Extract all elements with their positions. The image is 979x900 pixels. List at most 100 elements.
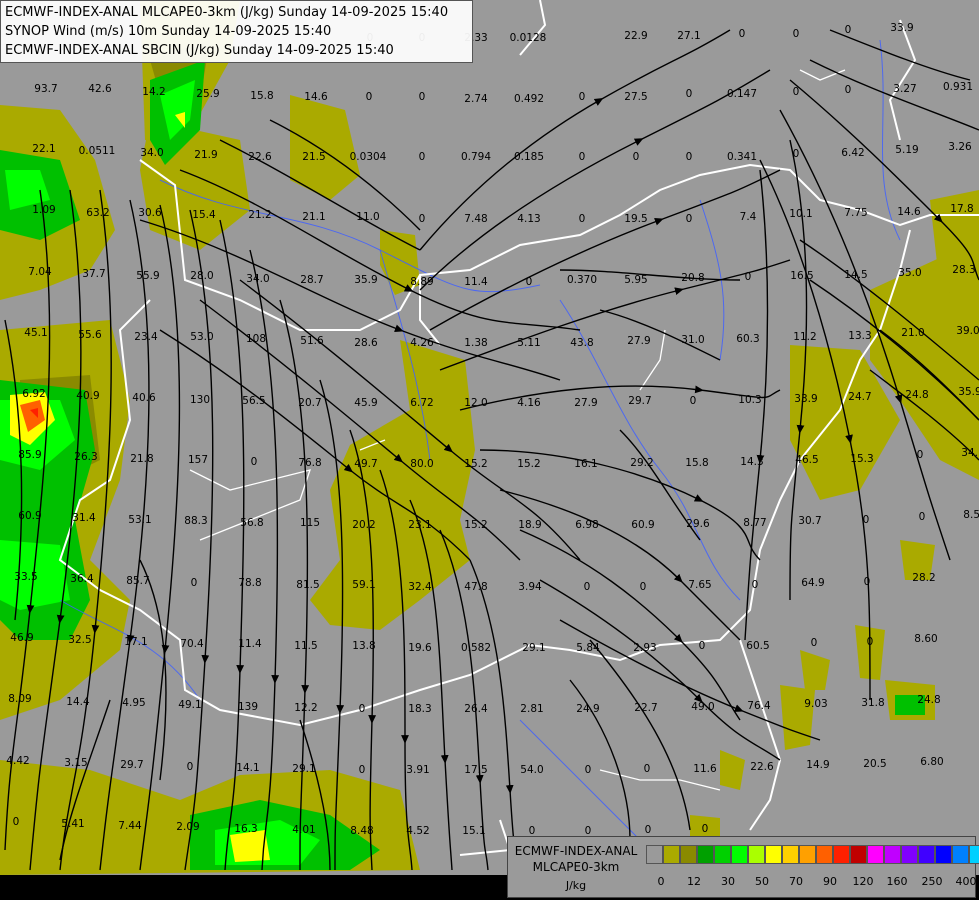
value-label: 4.52 <box>406 825 429 837</box>
legend-swatch <box>850 845 867 864</box>
value-label: 29.7 <box>628 395 651 407</box>
value-label: 0 <box>191 577 198 589</box>
value-label: 30.6 <box>138 207 162 219</box>
value-label: 27.9 <box>574 397 597 409</box>
value-label: 8.48 <box>350 825 373 837</box>
value-label: 11.2 <box>793 331 816 343</box>
value-label: 26.3 <box>74 451 97 463</box>
value-label: 76.8 <box>298 457 321 469</box>
value-label: 35.0 <box>898 267 921 279</box>
value-label: 16.5 <box>790 270 813 282</box>
value-label: 10.3 <box>738 394 761 406</box>
value-label: 17.1 <box>124 636 147 648</box>
value-label: 13.3 <box>848 330 871 342</box>
value-label: 31.0 <box>681 334 704 346</box>
value-label: 20.2 <box>352 519 375 531</box>
color-legend: ECMWF-INDEX-ANAL MLCAPE0-3km J/kg 0 12 30 5… <box>507 836 979 898</box>
value-label: 28.2 <box>912 572 935 584</box>
value-label: 23.1 <box>408 519 431 531</box>
value-label: 22.9 <box>624 30 647 42</box>
value-label: 22.6 <box>750 761 774 773</box>
value-label: 8.89 <box>410 276 433 288</box>
value-label: 21.8 <box>130 453 153 465</box>
value-label: 0.0511 <box>79 145 116 157</box>
value-label: 6.42 <box>841 147 864 159</box>
value-label: 115 <box>300 517 320 529</box>
value-label: 21.5 <box>302 151 325 163</box>
title-cape: ECMWF-INDEX-ANAL MLCAPE0-3km (J/kg) Sund… <box>5 5 449 20</box>
value-label: 7.04 <box>28 266 52 278</box>
value-label: 5.19 <box>895 144 918 156</box>
value-label: 56.8 <box>240 517 263 529</box>
legend-swatch <box>646 845 663 864</box>
value-label: 24.8 <box>905 389 928 401</box>
value-label: 139 <box>238 701 258 713</box>
value-label: 15.1 <box>462 825 485 837</box>
legend-tick: 12 <box>687 875 701 888</box>
value-label: 10.1 <box>789 208 812 220</box>
value-label: 3.91 <box>406 764 429 776</box>
value-label: 6.98 <box>575 519 598 531</box>
value-label: 37.7 <box>82 268 105 280</box>
value-label: 0 <box>845 84 852 96</box>
value-label: 1.09 <box>32 204 55 216</box>
value-label: 35.9 <box>354 274 377 286</box>
value-label: 56.5 <box>242 395 265 407</box>
value-label: 14.2 <box>142 86 165 98</box>
value-label: 13.8 <box>352 640 375 652</box>
value-label: 0.370 <box>567 274 597 286</box>
value-label: 157 <box>188 454 208 466</box>
value-label: 0 <box>793 28 800 40</box>
value-label: 3.15 <box>64 757 87 769</box>
value-label: 42.6 <box>88 83 112 95</box>
value-label: 15.8 <box>250 90 273 102</box>
value-label: 0 <box>690 395 697 407</box>
value-label: 85.7 <box>126 575 149 587</box>
value-label: 4.16 <box>517 397 541 409</box>
value-label: 27.1 <box>677 30 700 42</box>
legend-tick: 50 <box>755 875 769 888</box>
value-label: 31.8 <box>861 697 884 709</box>
value-label: 19.6 <box>408 642 432 654</box>
value-label: 70.4 <box>180 638 204 650</box>
value-label: 0 <box>686 213 693 225</box>
value-label: 25.9 <box>196 88 219 100</box>
value-label: 14.5 <box>844 269 867 281</box>
value-label: 19.5 <box>624 213 647 225</box>
value-label: 0 <box>644 763 651 775</box>
value-label: 0 <box>419 213 426 225</box>
value-label: 23.4 <box>134 331 158 343</box>
legend-swatch <box>714 845 731 864</box>
value-label: 17.8 <box>950 203 973 215</box>
legend-tick: 70 <box>789 875 803 888</box>
title-cin: ECMWF-INDEX-ANAL SBCIN (J/kg) Sunday 14-… <box>5 43 394 58</box>
legend-swatch <box>918 845 935 864</box>
value-label: 21.1 <box>302 211 325 223</box>
value-label: 0 <box>579 91 586 103</box>
value-label: 20.8 <box>681 272 704 284</box>
value-label: 49.1 <box>178 699 201 711</box>
value-label: 29.7 <box>120 759 143 771</box>
value-label: 45.1 <box>24 327 47 339</box>
legend-swatch <box>765 845 782 864</box>
value-label: 24.7 <box>848 391 871 403</box>
value-label: 4.13 <box>517 213 540 225</box>
value-label: 29.6 <box>686 518 710 530</box>
value-label: 11.0 <box>356 211 379 223</box>
value-label: 0.0128 <box>510 32 547 44</box>
value-label: 7.44 <box>118 820 142 832</box>
value-label: 30.7 <box>798 515 821 527</box>
value-label: 130 <box>190 394 210 406</box>
value-label: 21.2 <box>248 209 271 221</box>
value-label: 6.92 <box>22 388 45 400</box>
value-label: 7.4 <box>740 211 757 223</box>
value-label: 34.0 <box>140 147 163 159</box>
value-label: 0.185 <box>514 151 544 163</box>
legend-swatch <box>680 845 697 864</box>
value-label: 59.1 <box>352 579 375 591</box>
value-label: 28.3 <box>952 264 975 276</box>
value-label: 2.93 <box>633 642 656 654</box>
value-label: 12.0 <box>464 397 487 409</box>
value-label: 4.42 <box>6 755 29 767</box>
legend-swatch <box>731 845 748 864</box>
